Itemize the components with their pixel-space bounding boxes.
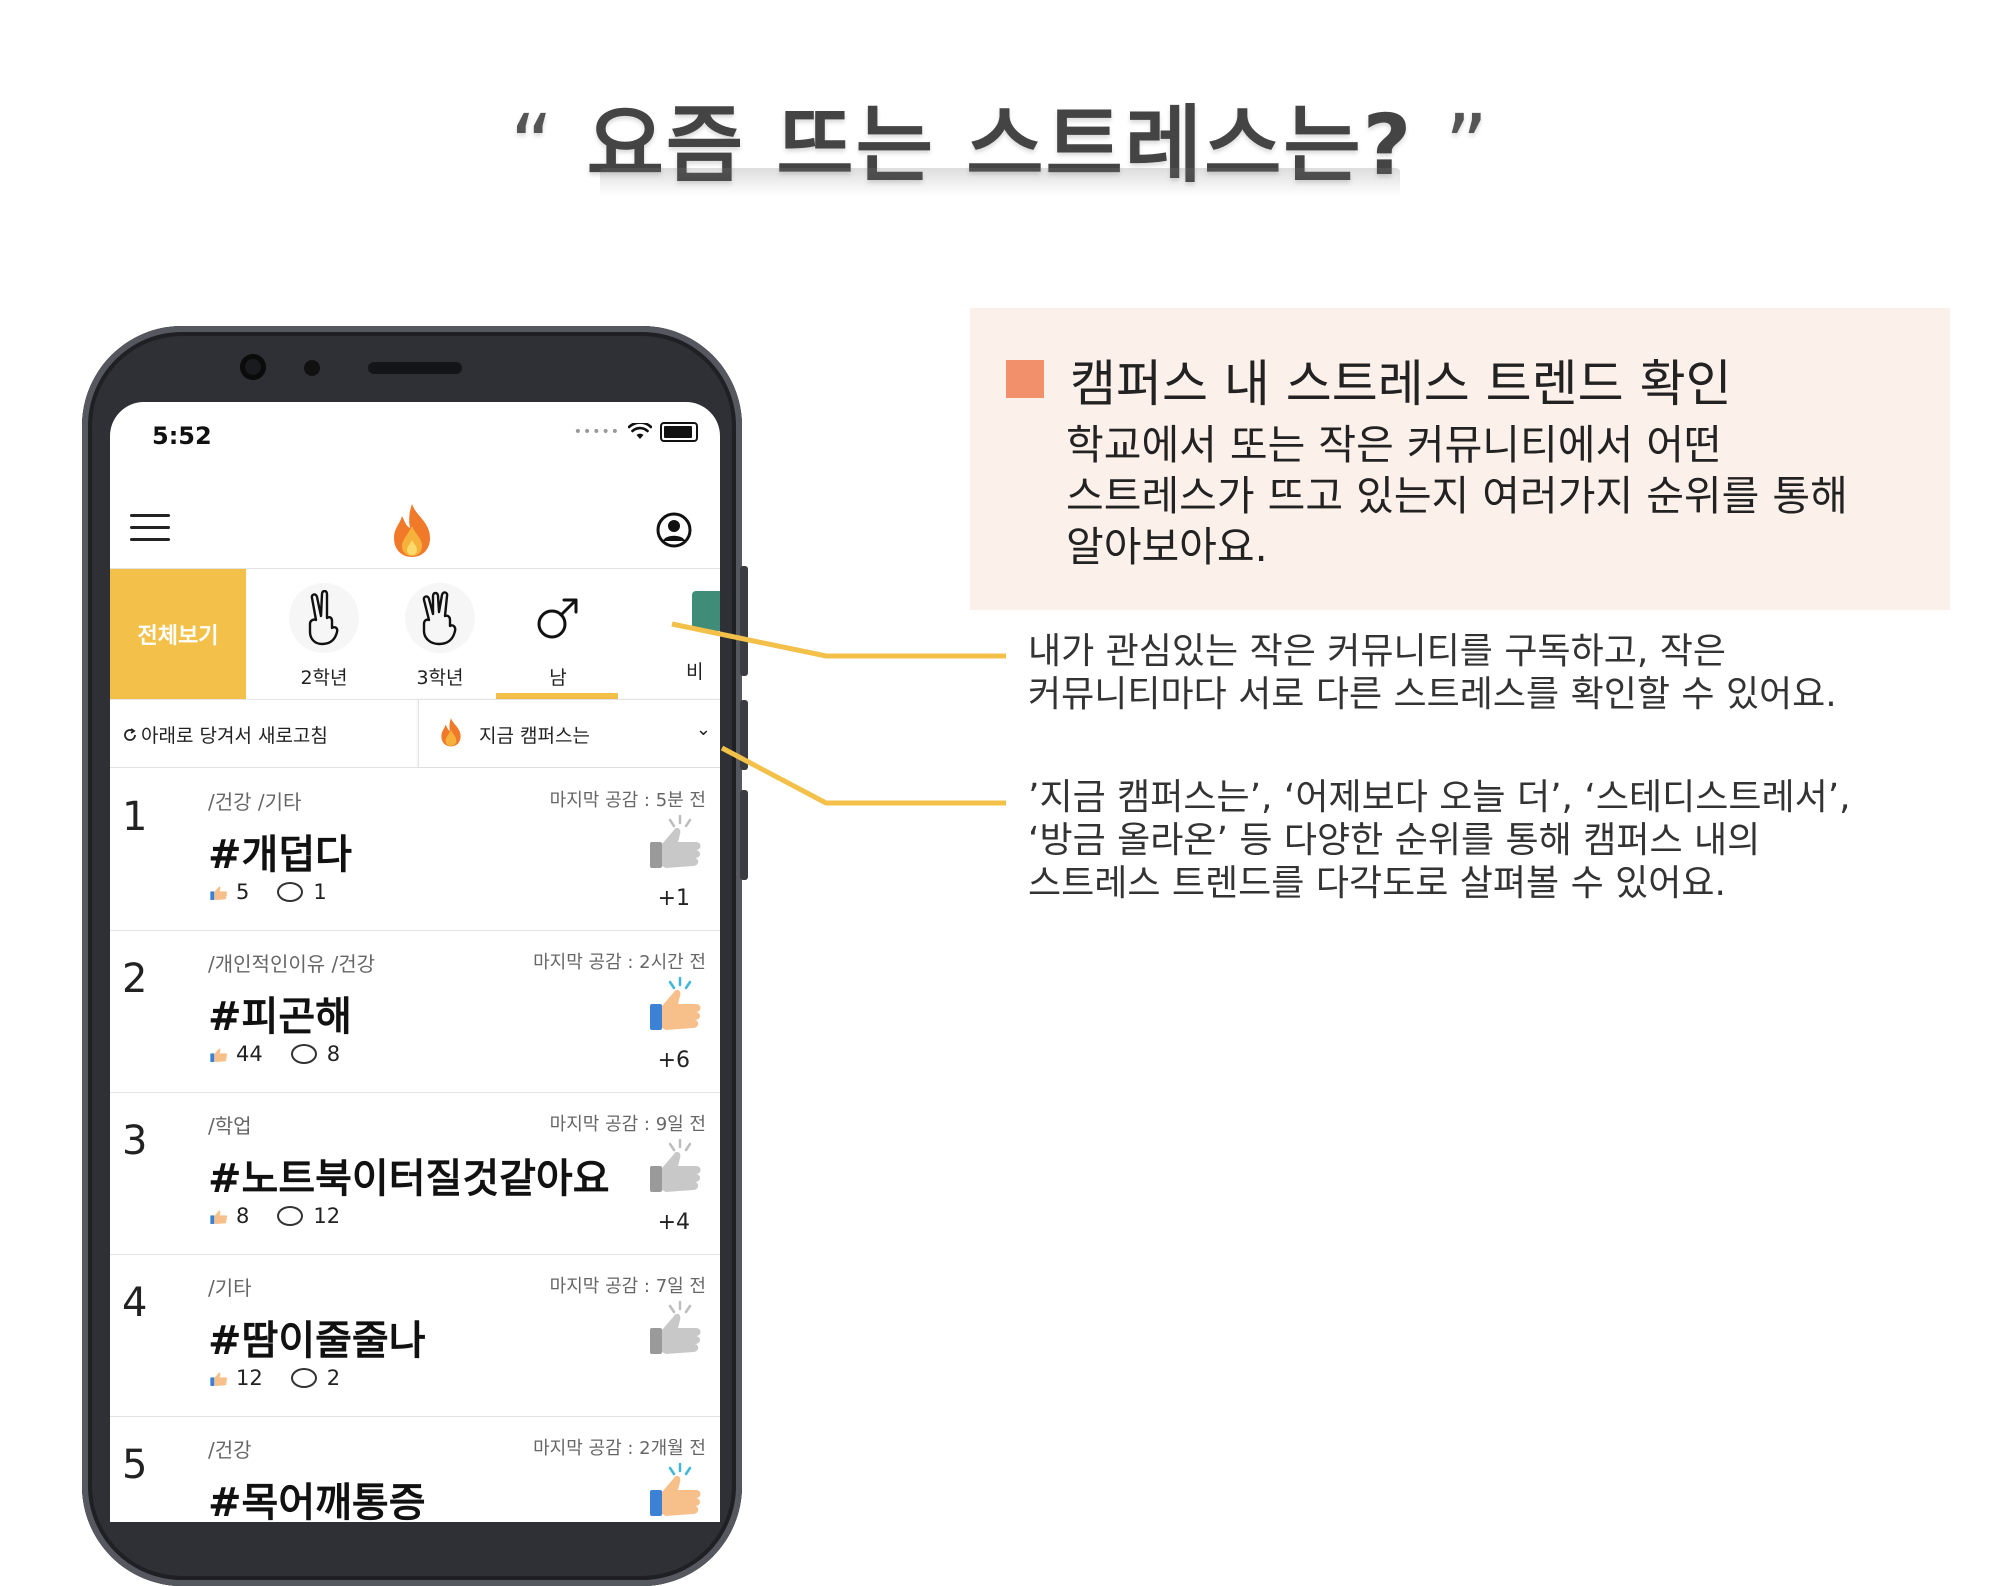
connector-lines: [671, 621, 1006, 806]
note-line: ’지금 캠퍼스는’, ‘어제보다 오늘 더’, ‘스테디스트레서’,: [1028, 777, 1851, 818]
note-line: 커뮤니티마다 서로 다른 스트레스를 확인할 수 있어요.: [1028, 674, 1837, 715]
note-line: 내가 관심있는 작은 커뮤니티를 구독하고, 작은: [1028, 631, 1726, 672]
connector-line-1: [671, 621, 1006, 659]
note-line: ‘방금 올라온’ 등 다양한 순위를 통해 캠퍼스 내의: [1028, 820, 1761, 861]
note-line: 스트레스 트렌드를 다각도로 살펴볼 수 있어요.: [1028, 863, 1726, 904]
note-rankings: ’지금 캠퍼스는’, ‘어제보다 오늘 더’, ‘스테디스트레서’, ‘방금 올…: [1028, 776, 1851, 905]
connector-line-2: [720, 745, 1006, 806]
note-subscribe: 내가 관심있는 작은 커뮤니티를 구독하고, 작은 커뮤니티마다 서로 다른 스…: [1028, 630, 1837, 716]
